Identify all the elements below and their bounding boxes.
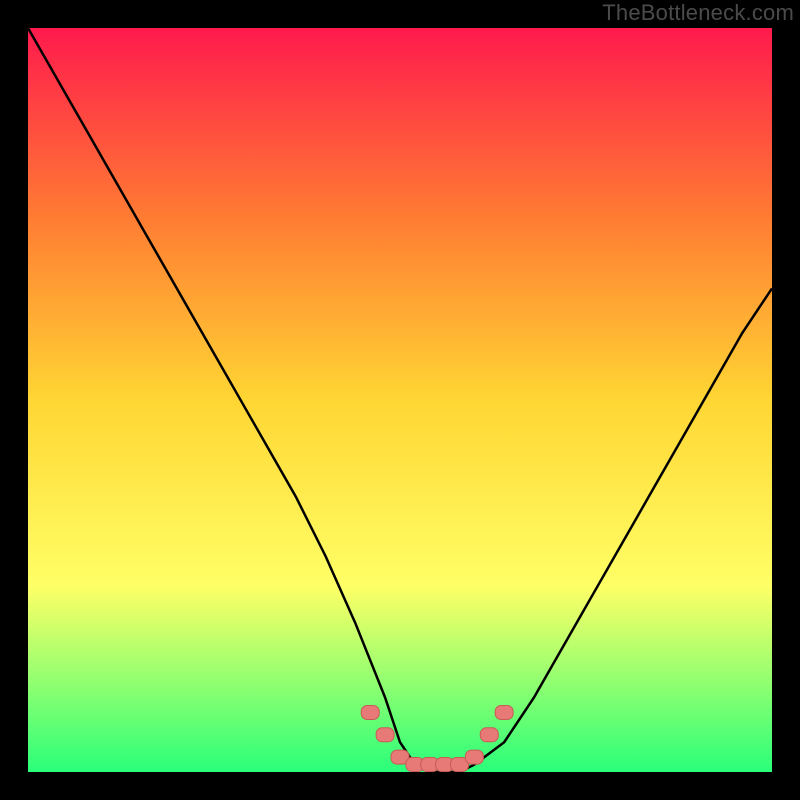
curve-marker [480,728,498,742]
marker-group [361,705,513,771]
gradient-plot-area [28,28,772,772]
curve-marker [376,728,394,742]
curve-marker [495,705,513,719]
chart-frame: TheBottleneck.com [0,0,800,800]
curve-marker [465,750,483,764]
watermark-text: TheBottleneck.com [602,0,794,26]
curve-layer [28,28,772,772]
bottleneck-curve-path [28,28,772,772]
curve-marker [361,705,379,719]
